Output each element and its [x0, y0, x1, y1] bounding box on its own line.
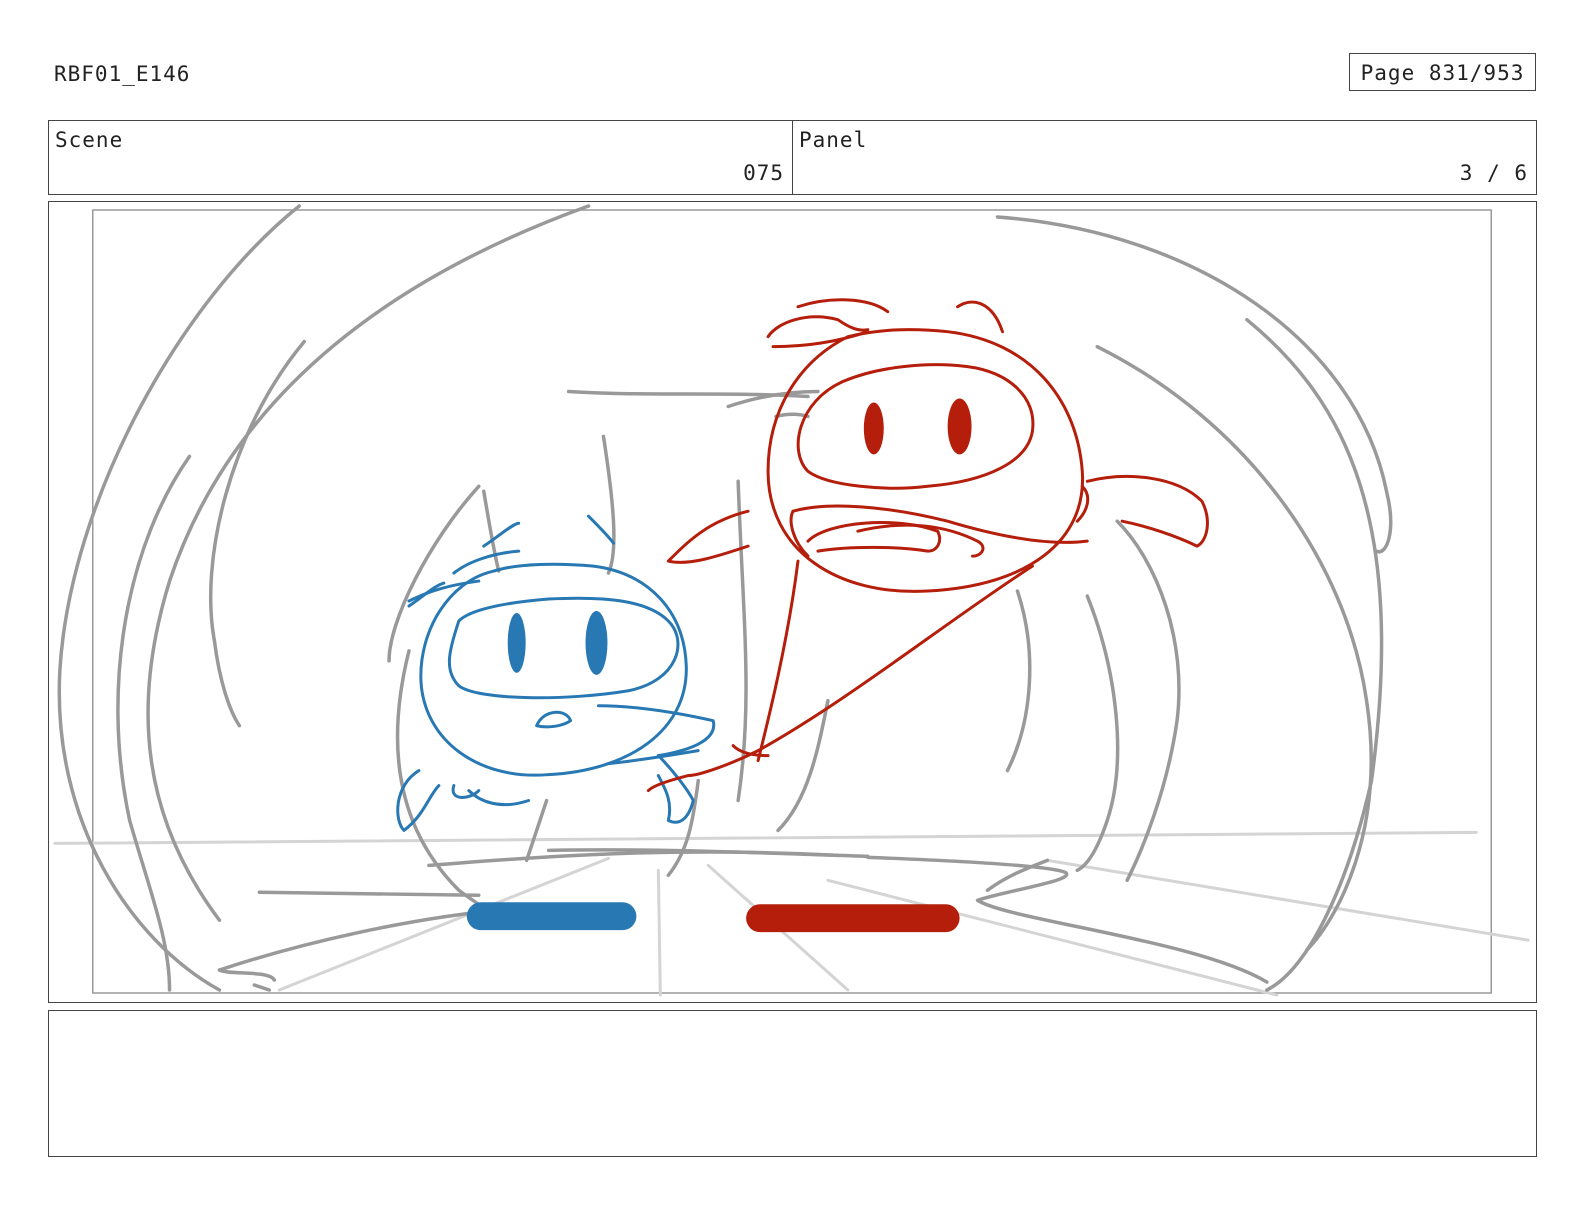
panel-notes-box [48, 1010, 1537, 1157]
red-character [646, 298, 1209, 793]
blue-shadow [466, 902, 637, 931]
scene-panel-header: Scene 075 Panel 3 / 6 [48, 120, 1537, 195]
red-shadow [746, 904, 960, 933]
scene-label: Scene [55, 128, 124, 152]
panel-label: Panel [799, 128, 868, 152]
panel-cell: Panel 3 / 6 [792, 121, 1536, 194]
scene-number: 075 [743, 161, 784, 185]
storyboard-panel [48, 201, 1537, 1003]
tunnel-lines [57, 204, 1393, 992]
page-counter: Page 831/953 [1349, 53, 1536, 91]
panel-number: 3 / 6 [1459, 161, 1528, 185]
panel-sketch [53, 204, 1530, 997]
scene-cell: Scene 075 [49, 121, 792, 194]
production-code: RBF01_E146 [54, 62, 191, 86]
